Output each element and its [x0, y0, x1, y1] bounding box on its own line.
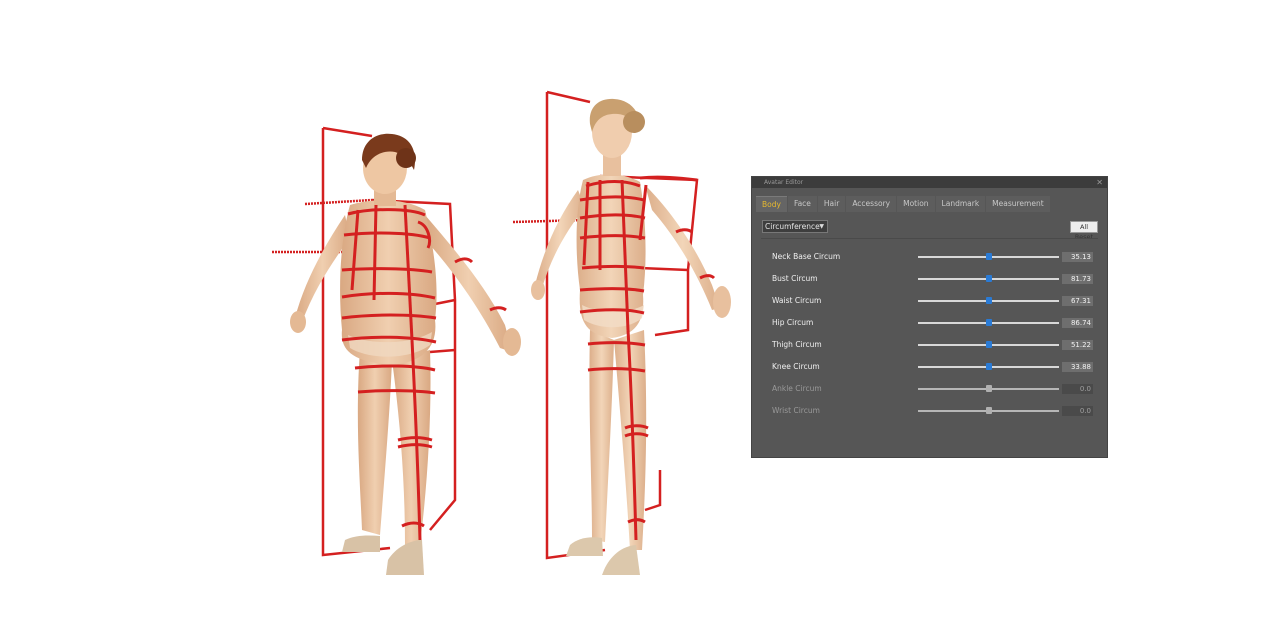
- tab-measurement[interactable]: Measurement: [986, 196, 1050, 212]
- slider-value-field[interactable]: 67.31: [1062, 296, 1093, 306]
- slider-value-field[interactable]: 51.22: [1062, 340, 1093, 350]
- slider-thumb[interactable]: [985, 363, 992, 370]
- slider-value-field[interactable]: 86.74: [1062, 318, 1093, 328]
- tab-face[interactable]: Face: [787, 196, 817, 212]
- slider-row-neck-base-circum: Neck Base Circum 35.13: [752, 250, 1109, 264]
- tab-accessory[interactable]: Accessory: [846, 196, 897, 212]
- slider-value-field[interactable]: 35.13: [1062, 252, 1093, 262]
- measurement-type-dropdown[interactable]: Circumference ▼: [762, 220, 828, 233]
- slider-row-waist-circum: Waist Circum 67.31: [752, 294, 1109, 308]
- slider-thumb[interactable]: [985, 341, 992, 348]
- slider-label: Thigh Circum: [772, 340, 822, 349]
- slider-value-field[interactable]: 81.73: [1062, 274, 1093, 284]
- slider-track[interactable]: [918, 341, 1059, 348]
- tab-landmark[interactable]: Landmark: [935, 196, 986, 212]
- tab-hair[interactable]: Hair: [817, 196, 846, 212]
- slider-thumb[interactable]: [985, 253, 992, 260]
- slider-thumb[interactable]: [985, 275, 992, 282]
- panel-title: Avatar Editor: [764, 179, 804, 186]
- slider-row-wrist-circum: Wrist Circum 0.0: [752, 404, 1109, 418]
- slider-row-thigh-circum: Thigh Circum 51.22: [752, 338, 1109, 352]
- tab-motion[interactable]: Motion: [897, 196, 935, 212]
- avatar-left: [272, 126, 521, 575]
- slider-track[interactable]: [918, 385, 1059, 392]
- slider-thumb[interactable]: [985, 385, 992, 392]
- slider-value-field[interactable]: 0.0: [1062, 384, 1093, 394]
- dropdown-value: Circumference: [765, 222, 820, 231]
- slider-track[interactable]: [918, 253, 1059, 260]
- slider-row-ankle-circum: Ankle Circum 0.0: [752, 382, 1109, 396]
- slider-track[interactable]: [918, 407, 1059, 414]
- avatar-right: [512, 90, 731, 575]
- slider-track[interactable]: [918, 297, 1059, 304]
- chevron-down-icon: ▼: [819, 223, 824, 230]
- slider-label: Wrist Circum: [772, 406, 820, 415]
- avatar-figures-image: [272, 90, 731, 575]
- slider-value-field[interactable]: 33.88: [1062, 362, 1093, 372]
- slider-row-knee-circum: Knee Circum 33.88: [752, 360, 1109, 374]
- slider-label: Hip Circum: [772, 318, 814, 327]
- slider-label: Knee Circum: [772, 362, 820, 371]
- slider-label: Waist Circum: [772, 296, 822, 305]
- all-reset-button[interactable]: All Reset: [1070, 221, 1098, 241]
- slider-track[interactable]: [918, 363, 1059, 370]
- slider-label: Neck Base Circum: [772, 252, 841, 261]
- close-icon[interactable]: ✕: [1096, 177, 1103, 188]
- slider-thumb[interactable]: [985, 297, 992, 304]
- title-bar[interactable]: Avatar Editor ✕: [752, 177, 1107, 188]
- avatar-editor-panel: Avatar Editor ✕ Body Face Hair Accessory…: [751, 176, 1108, 458]
- slider-row-hip-circum: Hip Circum 86.74: [752, 316, 1109, 330]
- slider-label: Ankle Circum: [772, 384, 822, 393]
- slider-label: Bust Circum: [772, 274, 818, 283]
- tab-bar: Body Face Hair Accessory Motion Landmark…: [756, 196, 1051, 212]
- slider-row-bust-circum: Bust Circum 81.73: [752, 272, 1109, 286]
- tab-body[interactable]: Body: [756, 196, 787, 212]
- slider-thumb[interactable]: [985, 407, 992, 414]
- divider: [761, 238, 1098, 239]
- slider-track[interactable]: [918, 275, 1059, 282]
- slider-thumb[interactable]: [985, 319, 992, 326]
- slider-value-field[interactable]: 0.0: [1062, 406, 1093, 416]
- slider-track[interactable]: [918, 319, 1059, 326]
